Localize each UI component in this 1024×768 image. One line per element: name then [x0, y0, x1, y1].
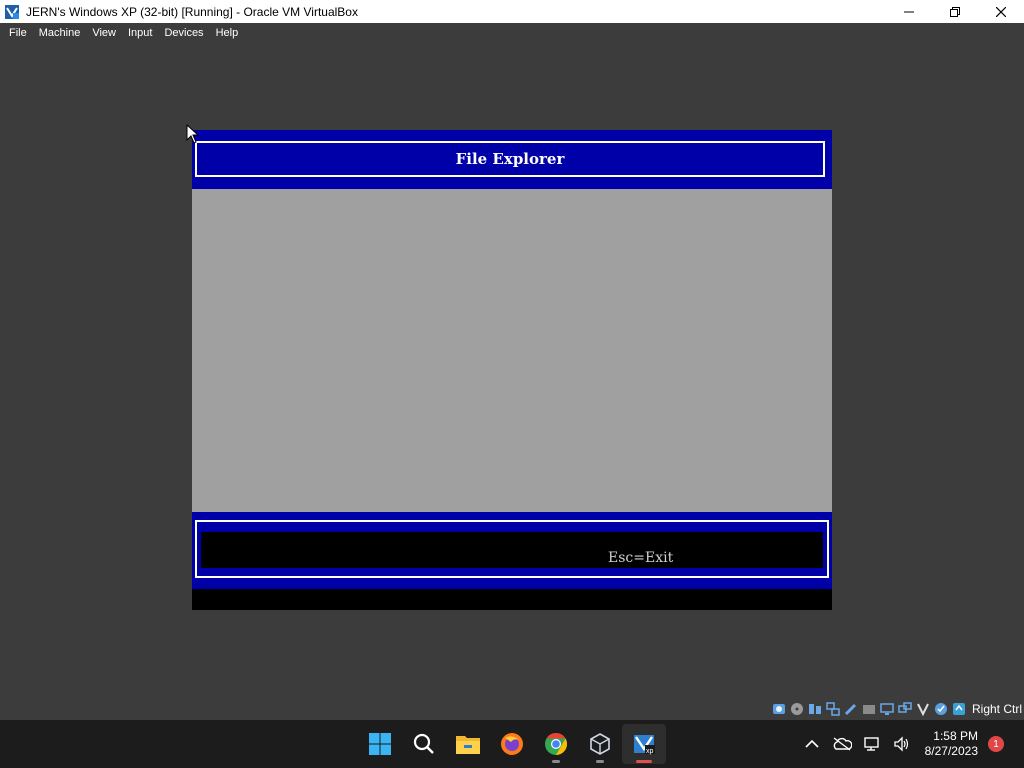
start-button[interactable] [358, 724, 402, 764]
vm-header-title: File Explorer [455, 150, 565, 168]
restore-icon [950, 6, 960, 17]
windows-start-icon [369, 733, 391, 755]
clock-date: 8/27/2023 [924, 744, 978, 758]
mouse-cursor-icon [186, 124, 200, 144]
menu-help[interactable]: Help [210, 27, 245, 39]
audio-icon[interactable] [808, 702, 823, 716]
network-icon[interactable] [826, 702, 841, 716]
clock-time: 1:58 PM [933, 729, 978, 743]
file-explorer-icon [456, 736, 480, 754]
close-button[interactable] [978, 0, 1024, 23]
esc-exit-hint: Esc=Exit [608, 550, 674, 566]
vbox-status-bar: Right Ctrl [772, 699, 1022, 719]
maximize-button[interactable] [932, 0, 978, 23]
vm-bottom-strip [192, 589, 832, 610]
vm-window-button[interactable]: xp [622, 724, 666, 764]
menu-machine[interactable]: Machine [33, 27, 87, 39]
vm-footer-inner: Esc=Exit [201, 532, 823, 568]
network-icon[interactable] [860, 732, 884, 756]
vm-footer-box: Esc=Exit [195, 520, 829, 578]
menu-bar: File Machine View Input Devices Help [0, 23, 1024, 42]
shared-folder-icon[interactable] [862, 702, 877, 716]
active-indicator [636, 760, 652, 763]
window-titlebar[interactable]: JERN's Windows XP (32-bit) [Running] - O… [0, 0, 1024, 23]
minimize-icon [904, 11, 914, 12]
vm-window-icon: xp [634, 735, 655, 755]
virtualbox-icon [590, 733, 610, 755]
menu-view[interactable]: View [86, 27, 122, 39]
onedrive-icon[interactable] [830, 732, 854, 756]
display-icon[interactable] [880, 702, 895, 716]
volume-icon[interactable] [890, 732, 914, 756]
virtualbox-button[interactable] [578, 724, 622, 764]
menu-devices[interactable]: Devices [158, 27, 209, 39]
vm-header-band: File Explorer [192, 130, 832, 189]
window-title: JERN's Windows XP (32-bit) [Running] - O… [26, 4, 358, 19]
firefox-icon [501, 733, 523, 755]
cpu-icon[interactable] [916, 702, 931, 716]
notification-badge[interactable]: 1 [988, 736, 1004, 752]
firefox-button[interactable] [490, 724, 534, 764]
running-indicator [552, 760, 560, 763]
usb-icon[interactable] [844, 702, 859, 716]
file-explorer-button[interactable] [446, 724, 490, 764]
clock[interactable]: 1:58 PM 8/27/2023 [925, 729, 978, 759]
chrome-icon [545, 733, 567, 755]
recording-icon[interactable] [898, 702, 913, 716]
taskbar-apps: xp [358, 720, 666, 768]
taskbar: xp 1:58 PM 8/27/2023 1 [0, 720, 1024, 768]
vm-footer-band: Esc=Exit [192, 512, 832, 589]
close-icon [996, 6, 1006, 17]
system-tray: 1:58 PM 8/27/2023 1 [797, 720, 1024, 768]
vm-display[interactable]: File Explorer Esc=Exit [192, 130, 832, 610]
svg-text:xp: xp [646, 748, 654, 755]
menu-file[interactable]: File [3, 27, 33, 39]
chevron-up-icon[interactable] [800, 732, 824, 756]
window-controls [886, 0, 1024, 23]
keyboard-icon[interactable] [952, 702, 967, 716]
vm-header-box: File Explorer [195, 141, 825, 177]
chrome-button[interactable] [534, 724, 578, 764]
virtualbox-app-icon [5, 4, 19, 19]
host-key-label: Right Ctrl [971, 702, 1022, 716]
hard-disk-icon[interactable] [772, 702, 787, 716]
menu-input[interactable]: Input [122, 27, 158, 39]
mouse-integration-icon[interactable] [934, 702, 949, 716]
optical-disk-icon[interactable] [790, 702, 805, 716]
search-button[interactable] [402, 724, 446, 764]
minimize-button[interactable] [886, 0, 932, 23]
file-list-area[interactable] [192, 189, 832, 512]
running-indicator [596, 760, 604, 763]
search-icon [413, 733, 434, 754]
